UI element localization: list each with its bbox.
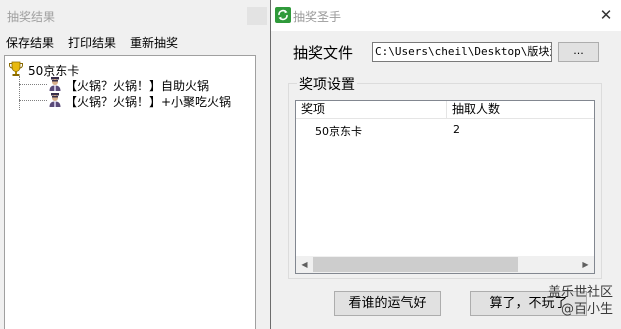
menu-redraw[interactable]: 重新抽奖 (130, 34, 178, 51)
menu-save-results[interactable]: 保存结果 (6, 34, 54, 51)
watermark-line2: @百小生 (560, 302, 613, 317)
person-icon (49, 77, 61, 91)
results-window-title: 抽奖结果 (7, 10, 56, 24)
column-header-count[interactable]: 抽取人数 (447, 101, 594, 119)
file-label: 抽奖文件 (293, 44, 354, 62)
cell-count: 2 (453, 123, 460, 136)
window-control-button[interactable] (247, 7, 267, 25)
trophy-icon (9, 61, 23, 76)
prize-list[interactable]: 奖项 抽取人数 50京东卡 2 ◀ ▶ (295, 100, 595, 274)
close-icon[interactable]: ✕ (593, 4, 619, 26)
lottery-titlebar[interactable]: 抽奖圣手 ✕ (271, 0, 621, 31)
tree-connector (19, 76, 20, 110)
results-menubar: 保存结果 打印结果 重新抽奖 (0, 31, 270, 51)
results-window: 抽奖结果 保存结果 打印结果 重新抽奖 50京东卡 【火锅？火锅！】自助火锅 【… (0, 0, 270, 329)
draw-button[interactable]: 看谁的运气好 (334, 291, 441, 316)
menu-print-results[interactable]: 打印结果 (68, 34, 116, 51)
scroll-left-icon[interactable]: ◀ (296, 256, 313, 273)
lottery-window-title: 抽奖圣手 (293, 10, 342, 24)
lottery-window: 抽奖圣手 ✕ 抽奖文件 C:\Users\cheil\Desktop\版块活 .… (270, 0, 621, 329)
horizontal-scrollbar[interactable]: ◀ ▶ (296, 256, 594, 273)
tree-connector (19, 84, 47, 85)
column-header-prize[interactable]: 奖项 (296, 101, 447, 119)
app-icon (275, 7, 291, 23)
cell-prize: 50京东卡 (315, 125, 362, 138)
results-titlebar[interactable]: 抽奖结果 (0, 0, 270, 31)
results-tree[interactable]: 50京东卡 【火锅？火锅！】自助火锅 【火锅？火锅！】+小聚吃火锅 (4, 55, 256, 329)
prize-settings-group: 奖项设置 奖项 抽取人数 50京东卡 2 ◀ ▶ (288, 74, 602, 279)
group-title: 奖项设置 (297, 74, 357, 94)
scroll-right-icon[interactable]: ▶ (577, 256, 594, 273)
tree-connector (19, 100, 47, 101)
tree-child-label: 【火锅？火锅！】自助火锅 (65, 79, 210, 93)
file-path-input[interactable]: C:\Users\cheil\Desktop\版块活 (372, 42, 552, 62)
tree-child-label: 【火锅？火锅！】+小聚吃火锅 (65, 95, 232, 109)
scrollbar-thumb[interactable] (313, 257, 518, 272)
list-header: 奖项 抽取人数 (296, 101, 594, 119)
person-icon (49, 93, 61, 107)
browse-button[interactable]: ... (558, 42, 599, 62)
list-row[interactable]: 50京东卡 2 (296, 121, 594, 138)
